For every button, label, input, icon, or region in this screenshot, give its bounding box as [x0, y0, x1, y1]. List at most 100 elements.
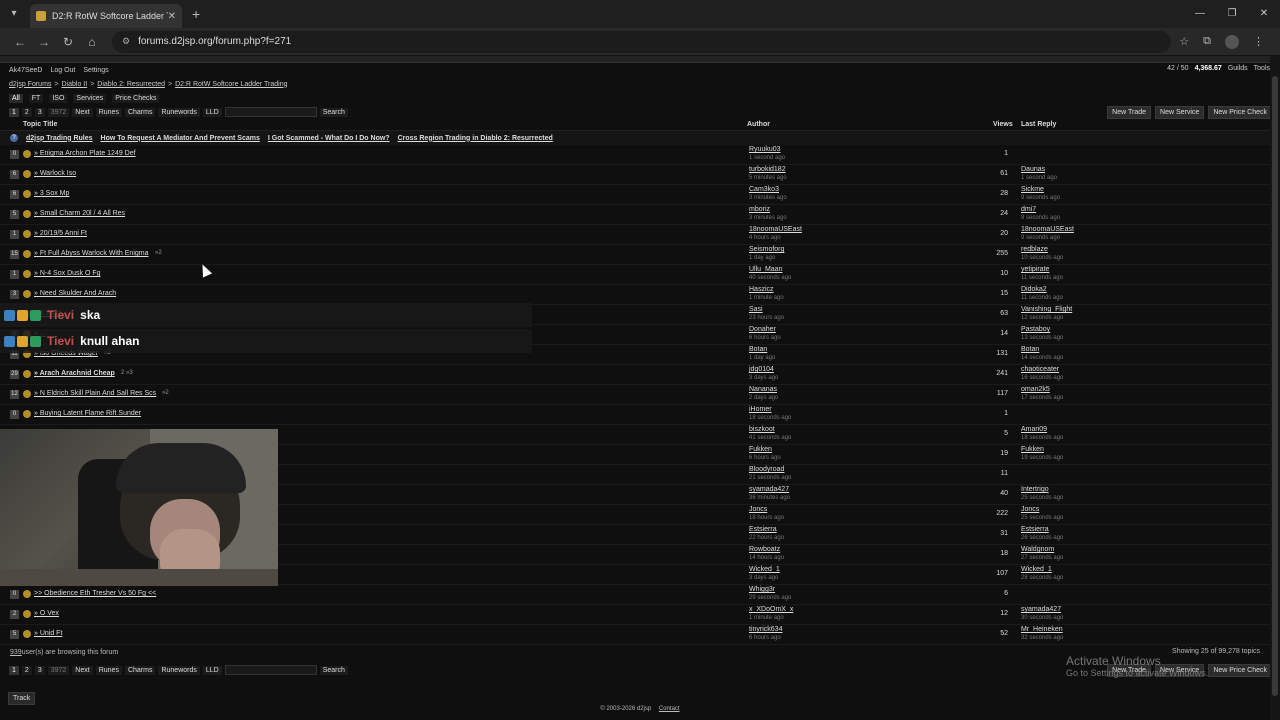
tools-link[interactable]: Tools [1254, 65, 1270, 72]
filter-all[interactable]: All [9, 93, 23, 103]
last-reply-link[interactable]: 18noomaUSEast [1021, 226, 1074, 233]
last-reply-link[interactable]: Estsierra [1021, 526, 1049, 533]
last-reply-link[interactable]: Amari09 [1021, 426, 1047, 433]
last-reply-link[interactable]: Sickme [1021, 186, 1044, 193]
filter-price-checks[interactable]: Price Checks [112, 93, 160, 103]
logout-link[interactable]: Log Out [50, 67, 75, 74]
page-3[interactable]: 3 [34, 107, 45, 117]
last-reply-link[interactable]: Daunas [1021, 166, 1045, 173]
bookmark-star-icon[interactable]: ☆ [1179, 35, 1189, 48]
author-link[interactable]: Joncs [749, 506, 767, 513]
topic-title-link[interactable]: » N Eldrich Skill Plain And Sall Res Scs [34, 390, 156, 397]
sticky-mediator[interactable]: How To Request A Mediator And Prevent Sc… [101, 135, 260, 142]
last-reply-link[interactable]: Wicked_1 [1021, 566, 1052, 573]
runewords-link-bottom[interactable]: Runewords [158, 665, 200, 675]
topic-title-link[interactable]: » Enigma Archon Plate 1249 Def [34, 150, 136, 157]
topic-pages-tag[interactable]: »2 [162, 390, 169, 396]
new-trade-button[interactable]: New Trade [1107, 106, 1152, 119]
page-last[interactable]: 3972 [47, 107, 70, 117]
last-reply-link[interactable]: chaoticeater [1021, 366, 1059, 373]
pm-count[interactable]: 42 / 50 [1167, 65, 1188, 72]
author-link[interactable]: Seismoforg [749, 246, 784, 253]
browser-tab[interactable]: D2:R RotW Softcore Ladder Tra ✕ [30, 4, 182, 28]
tab-search-icon[interactable]: ▾ [6, 6, 22, 22]
author-link[interactable]: biszkoot [749, 426, 775, 433]
scrollbar-thumb[interactable] [1272, 76, 1278, 696]
author-link[interactable]: iHomer [749, 406, 772, 413]
last-reply-link[interactable]: Intertrigo [1021, 486, 1049, 493]
last-reply-link[interactable]: Vanishing_Flight [1021, 306, 1072, 313]
topic-title-link[interactable]: » Buying Latent Flame Rift Sunder [34, 410, 141, 417]
author-link[interactable]: jdg0104 [749, 366, 774, 373]
runes-link-bottom[interactable]: Runes [95, 665, 122, 675]
author-link[interactable]: Nananas [749, 386, 777, 393]
topic-title-link[interactable]: » Small Charm 20l / 4 All Res [34, 210, 125, 217]
runewords-link[interactable]: Runewords [158, 107, 200, 117]
extensions-icon[interactable]: ⧉ [1203, 35, 1211, 48]
topic-title-link[interactable]: » O Vex [34, 610, 59, 617]
last-reply-link[interactable]: yetipirate [1021, 266, 1049, 273]
page-last-bottom[interactable]: 3972 [47, 665, 70, 675]
topic-title-link[interactable]: » Arach Arachnid Cheap [34, 370, 115, 377]
topic-pages-tag[interactable]: 2 »3 [121, 370, 133, 376]
last-reply-link[interactable]: Pastaboy [1021, 326, 1050, 333]
contact-link[interactable]: Contact [659, 706, 680, 712]
profile-avatar[interactable] [1225, 34, 1239, 49]
last-reply-link[interactable]: Waldgnom [1021, 546, 1054, 553]
sticky-trading-rules[interactable]: d2jsp Trading Rules [26, 135, 93, 142]
author-link[interactable]: Ryuuku03 [749, 146, 781, 153]
breadcrumb-forums[interactable]: d2jsp Forums [9, 81, 51, 88]
page-2[interactable]: 2 [21, 107, 32, 117]
last-reply-link[interactable]: Mr_Heineken [1021, 626, 1063, 633]
new-service-button[interactable]: New Service [1155, 106, 1205, 119]
author-link[interactable]: Ullu_Maan [749, 266, 782, 273]
forward-icon[interactable]: → [32, 35, 56, 49]
author-link[interactable]: Cam3ko3 [749, 186, 779, 193]
author-link[interactable]: turbokid182 [749, 166, 786, 173]
col-last-reply[interactable]: Last Reply [1021, 121, 1056, 128]
topic-title-link[interactable]: » 3 Sox Mp [34, 190, 69, 197]
next-page-button[interactable]: Next [72, 107, 93, 117]
search-input-bottom[interactable] [224, 665, 317, 675]
breadcrumb-d2r[interactable]: Diablo 2: Resurrected [97, 81, 165, 88]
author-link[interactable]: tinyrick634 [749, 626, 782, 633]
col-views[interactable]: Views [993, 121, 1013, 128]
author-link[interactable]: Whigg3r [749, 586, 775, 593]
last-reply-link[interactable]: redblaze [1021, 246, 1048, 253]
author-link[interactable]: Sasi [749, 306, 763, 313]
reload-icon[interactable]: ↻ [56, 35, 80, 49]
topic-title-link[interactable]: » Unid Ft [34, 630, 62, 637]
url-field[interactable]: ⚙ forums.d2jsp.org/forum.php?f=271 [112, 30, 1172, 53]
search-input[interactable] [224, 107, 317, 117]
search-button-bottom[interactable]: Search [319, 665, 348, 675]
last-reply-link[interactable]: Fukken [1021, 446, 1044, 453]
author-link[interactable]: Bloodyroad [749, 466, 784, 473]
browsing-count[interactable]: 939 [10, 649, 22, 656]
menu-dots-icon[interactable]: ⋮ [1253, 35, 1264, 48]
author-link[interactable]: Haszicz [749, 286, 774, 293]
restore-icon[interactable]: ❐ [1216, 0, 1248, 28]
page-2-bottom[interactable]: 2 [21, 665, 32, 675]
last-reply-link[interactable]: Joncs [1021, 506, 1039, 513]
minimize-icon[interactable]: — [1184, 0, 1216, 28]
last-reply-link[interactable]: Botan [1021, 346, 1039, 353]
topic-title-link[interactable]: >> Obedience Eth Tresher Vs 50 Fg << [34, 590, 156, 597]
lld-link-bottom[interactable]: LLD [202, 665, 222, 675]
home-icon[interactable]: ⌂ [80, 35, 104, 49]
runes-link[interactable]: Runes [95, 107, 122, 117]
page-1-bottom[interactable]: 1 [9, 665, 19, 675]
last-reply-link[interactable]: syamada427 [1021, 606, 1061, 613]
settings-link[interactable]: Settings [83, 67, 108, 74]
search-button[interactable]: Search [319, 107, 348, 117]
author-link[interactable]: x_XDoOmX_x [749, 606, 793, 613]
topic-title-link[interactable]: » Ft Full Abyss Warlock With Enigma [34, 250, 149, 257]
sticky-scammed[interactable]: I Got Scammed - What Do I Do Now? [268, 135, 390, 142]
topic-pages-tag[interactable]: »2 [155, 250, 162, 256]
sticky-cross-region[interactable]: Cross Region Trading in Diablo 2: Resurr… [398, 135, 553, 142]
topic-title-link[interactable]: » Need Skulder And Arach [34, 290, 116, 297]
guilds-link[interactable]: Guilds [1228, 65, 1248, 72]
author-link[interactable]: 18noomaUSEast [749, 226, 802, 233]
col-author[interactable]: Author [747, 121, 770, 128]
filter-iso[interactable]: ISO [49, 93, 68, 103]
window-close-icon[interactable]: ✕ [1248, 0, 1280, 28]
